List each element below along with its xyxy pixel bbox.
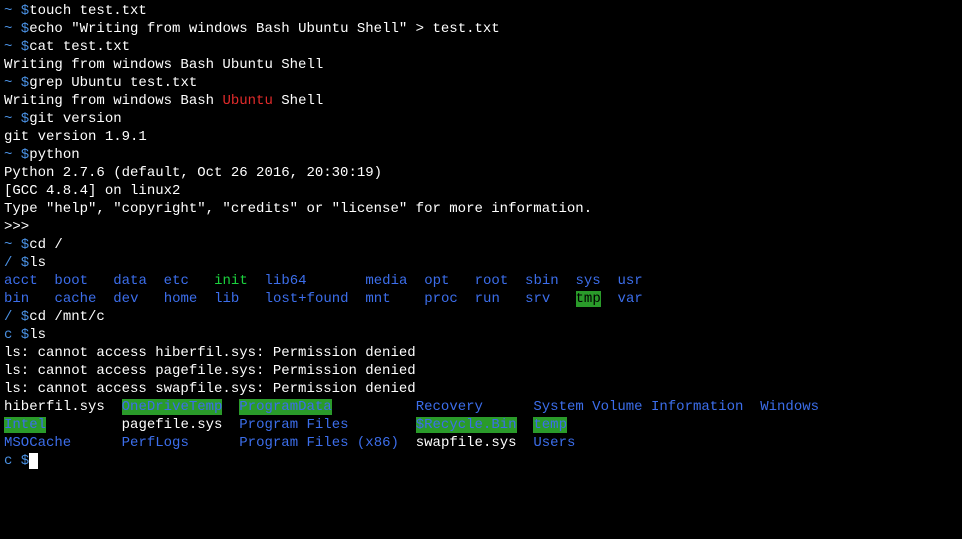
grep-output: Writing from windows Bash Ubuntu Shell <box>4 92 958 110</box>
error-line: ls: cannot access hiberfil.sys: Permissi… <box>4 344 958 362</box>
ls-output-row: bin cache dev home lib lost+found mnt pr… <box>4 290 958 308</box>
dir-entry: mnt <box>365 291 390 307</box>
special-dir-entry: $Recycle.Bin <box>416 417 517 433</box>
sticky-dir-entry: tmp <box>576 291 601 307</box>
command-line: c $ls <box>4 326 958 344</box>
command-line: ~ $grep Ubuntu test.txt <box>4 74 958 92</box>
prompt: c $ <box>4 453 29 469</box>
cursor <box>29 453 37 469</box>
prompt: c $ <box>4 327 29 343</box>
dir-entry: Program Files (x86) <box>239 435 399 451</box>
dir-entry: etc <box>164 273 189 289</box>
dir-entry: home <box>164 291 198 307</box>
prompt: / $ <box>4 309 29 325</box>
special-dir-entry: ProgramData <box>239 399 331 415</box>
error-line: ls: cannot access pagefile.sys: Permissi… <box>4 362 958 380</box>
current-prompt-line[interactable]: c $ <box>4 452 958 470</box>
dir-entry: usr <box>618 273 643 289</box>
prompt: ~ $ <box>4 237 29 253</box>
python-prompt: >>> <box>4 218 958 236</box>
command-text: git version <box>29 111 121 127</box>
command-line: ~ $touch test.txt <box>4 2 958 20</box>
dir-entry: acct <box>4 273 38 289</box>
file-entry: hiberfil.sys <box>4 399 105 415</box>
command-line: ~ $echo "Writing from windows Bash Ubunt… <box>4 20 958 38</box>
grep-match-after: Shell <box>273 93 323 109</box>
command-text: ls <box>29 327 46 343</box>
command-text: cat test.txt <box>29 39 130 55</box>
grep-match-before: Writing from windows Bash <box>4 93 222 109</box>
file-entry: swapfile.sys <box>416 435 517 451</box>
ls-output-row: MSOCache PerfLogs Program Files (x86) sw… <box>4 434 958 452</box>
dir-entry: var <box>618 291 643 307</box>
prompt: ~ $ <box>4 21 29 37</box>
dir-entry: lib64 <box>265 273 307 289</box>
dir-entry: root <box>475 273 509 289</box>
command-text: python <box>29 147 79 163</box>
dir-entry: bin <box>4 291 29 307</box>
file-entry: pagefile.sys <box>122 417 223 433</box>
ls-output-row: acct boot data etc init lib64 media opt … <box>4 272 958 290</box>
command-line: ~ $cd / <box>4 236 958 254</box>
command-text: cd / <box>29 237 63 253</box>
command-line: ~ $git version <box>4 110 958 128</box>
command-text: cd /mnt/c <box>29 309 105 325</box>
dir-entry: lost+found <box>265 291 349 307</box>
error-line: ls: cannot access swapfile.sys: Permissi… <box>4 380 958 398</box>
prompt: ~ $ <box>4 3 29 19</box>
special-dir-entry: temp <box>533 417 567 433</box>
command-line: ~ $python <box>4 146 958 164</box>
prompt: / $ <box>4 255 29 271</box>
special-dir-entry: Intel <box>4 417 46 433</box>
dir-entry: Program Files <box>239 417 348 433</box>
prompt: ~ $ <box>4 147 29 163</box>
dir-entry: sys <box>575 273 600 289</box>
output-line: git version 1.9.1 <box>4 128 958 146</box>
dir-entry: Recovery <box>416 399 483 415</box>
dir-entry: PerfLogs <box>122 435 189 451</box>
dir-entry: opt <box>424 273 449 289</box>
ls-output-row: Intel pagefile.sys Program Files $Recycl… <box>4 416 958 434</box>
command-text: ls <box>29 255 46 271</box>
output-line: [GCC 4.8.4] on linux2 <box>4 182 958 200</box>
command-line: ~ $cat test.txt <box>4 38 958 56</box>
dir-entry: Users <box>533 435 575 451</box>
dir-entry: cache <box>54 291 96 307</box>
command-line: / $ls <box>4 254 958 272</box>
dir-entry: sbin <box>525 273 559 289</box>
exec-entry: init <box>214 273 248 289</box>
output-line: Type "help", "copyright", "credits" or "… <box>4 200 958 218</box>
dir-entry: Windows <box>760 399 819 415</box>
prompt: ~ $ <box>4 111 29 127</box>
dir-entry: lib <box>214 291 239 307</box>
command-text: echo "Writing from windows Bash Ubuntu S… <box>29 21 499 37</box>
command-line: / $cd /mnt/c <box>4 308 958 326</box>
dir-entry: boot <box>54 273 88 289</box>
command-text: grep Ubuntu test.txt <box>29 75 197 91</box>
dir-entry: MSOCache <box>4 435 71 451</box>
dir-entry: run <box>475 291 500 307</box>
grep-match-highlight: Ubuntu <box>222 93 272 109</box>
output-line: Python 2.7.6 (default, Oct 26 2016, 20:3… <box>4 164 958 182</box>
command-text: touch test.txt <box>29 3 147 19</box>
special-dir-entry: OneDriveTemp <box>122 399 223 415</box>
dir-entry: proc <box>424 291 458 307</box>
prompt: ~ $ <box>4 75 29 91</box>
ls-output-row: hiberfil.sys OneDriveTemp ProgramData Re… <box>4 398 958 416</box>
dir-entry: data <box>113 273 147 289</box>
dir-entry: dev <box>113 291 138 307</box>
output-line: Writing from windows Bash Ubuntu Shell <box>4 56 958 74</box>
dir-entry: srv <box>525 291 550 307</box>
terminal-output[interactable]: ~ $touch test.txt ~ $echo "Writing from … <box>0 0 962 472</box>
dir-entry: System Volume Information <box>533 399 743 415</box>
dir-entry: media <box>365 273 407 289</box>
prompt: ~ $ <box>4 39 29 55</box>
